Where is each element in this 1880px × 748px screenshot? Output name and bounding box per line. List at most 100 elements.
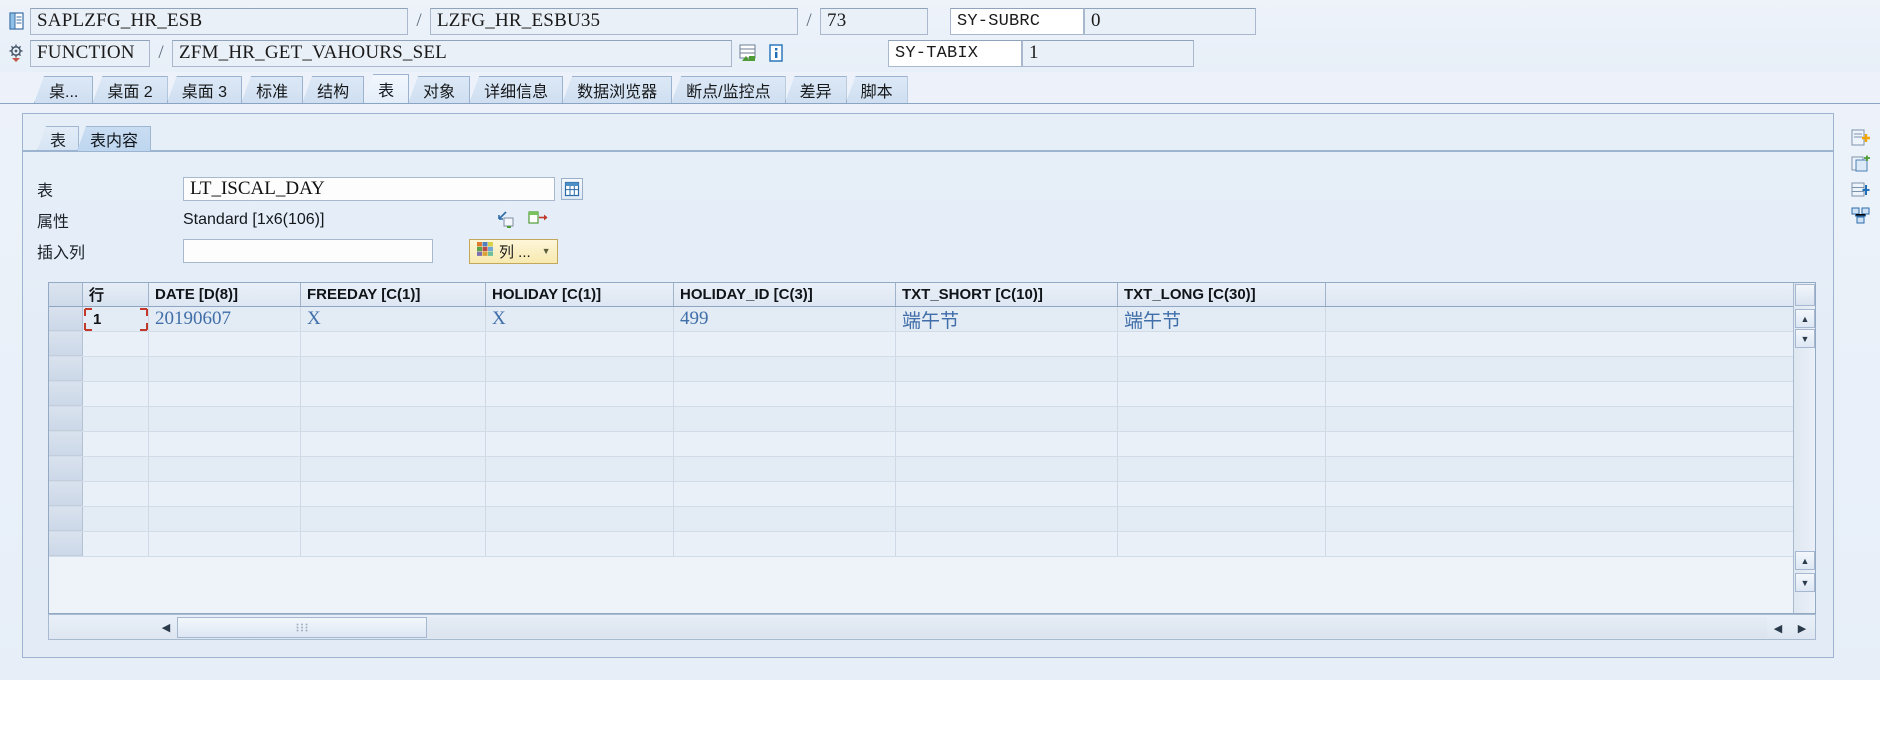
cell-date[interactable] <box>149 357 301 381</box>
cell-freeday[interactable] <box>301 507 486 531</box>
row-number-cell[interactable]: 1 <box>83 307 149 331</box>
structure-icon[interactable] <box>1850 206 1872 226</box>
tab-desktop-1[interactable]: 桌... <box>34 76 94 103</box>
row-number-cell[interactable] <box>83 432 149 456</box>
table-row[interactable] <box>49 457 1815 482</box>
cell-freeday[interactable] <box>301 357 486 381</box>
grid-select-all-cell[interactable] <box>49 283 83 306</box>
cell-txt-long[interactable] <box>1118 407 1326 431</box>
table-name-input[interactable]: LT_ISCAL_DAY <box>183 177 555 201</box>
tab-script[interactable]: 脚本 <box>845 76 908 103</box>
cell-holiday[interactable] <box>486 507 674 531</box>
cell-txt-short[interactable] <box>896 332 1118 356</box>
cell-txt-long[interactable] <box>1118 507 1326 531</box>
call-stack-icon[interactable] <box>736 41 760 65</box>
cell-txt-long[interactable]: 端午节 <box>1118 307 1326 331</box>
cell-txt-short[interactable]: 端午节 <box>896 307 1118 331</box>
cell-holiday-id[interactable] <box>674 507 896 531</box>
cell-txt-long[interactable] <box>1118 532 1326 556</box>
cell-freeday[interactable] <box>301 457 486 481</box>
new-entry-icon[interactable] <box>1850 128 1872 148</box>
cell-holiday-id[interactable] <box>674 357 896 381</box>
row-selector[interactable] <box>49 532 83 556</box>
scroll-far-right-button[interactable]: ▶ <box>1791 617 1813 639</box>
cell-freeday[interactable] <box>301 332 486 356</box>
cell-txt-short[interactable] <box>896 457 1118 481</box>
cell-freeday[interactable] <box>301 532 486 556</box>
table-row[interactable] <box>49 407 1815 432</box>
scroll-far-left-button[interactable]: ◀ <box>1767 617 1789 639</box>
tab-diff[interactable]: 差异 <box>784 76 847 103</box>
subtab-table[interactable]: 表 <box>37 126 80 151</box>
grid-horizontal-scrollbar[interactable]: ◀ ▶ ◀ ▶ <box>48 614 1816 640</box>
cell-date[interactable] <box>149 432 301 456</box>
columns-button[interactable]: 列 ... ▼ <box>469 238 558 264</box>
row-number-cell[interactable] <box>83 482 149 506</box>
scroll-page-up-button[interactable]: ▲ <box>1795 551 1815 570</box>
cell-date[interactable] <box>149 332 301 356</box>
cell-holiday[interactable] <box>486 382 674 406</box>
row-selector[interactable] <box>49 357 83 381</box>
row-number-cell[interactable] <box>83 507 149 531</box>
row-number-cell[interactable] <box>83 457 149 481</box>
grid-header-freeday[interactable]: FREEDAY [C(1)] <box>301 283 486 306</box>
cell-txt-long[interactable] <box>1118 332 1326 356</box>
cell-txt-short[interactable] <box>896 482 1118 506</box>
tab-desktop-2[interactable]: 桌面 2 <box>92 76 168 103</box>
insert-column-input[interactable] <box>183 239 433 263</box>
scrollbar-thumb[interactable] <box>1795 284 1815 306</box>
cell-txt-short[interactable] <box>896 382 1118 406</box>
cell-txt-long[interactable] <box>1118 357 1326 381</box>
grid-header-txt-long[interactable]: TXT_LONG [C(30)] <box>1118 283 1326 306</box>
cell-txt-short[interactable] <box>896 407 1118 431</box>
cell-txt-long[interactable] <box>1118 482 1326 506</box>
cell-holiday[interactable]: X <box>486 307 674 331</box>
event-name-field[interactable]: ZFM_HR_GET_VAHOURS_SEL <box>172 39 732 67</box>
table-picker-icon[interactable] <box>561 178 583 200</box>
tab-object[interactable]: 对象 <box>408 76 471 103</box>
tab-standard[interactable]: 标准 <box>241 76 304 103</box>
cell-holiday[interactable] <box>486 482 674 506</box>
export-icon[interactable] <box>527 207 549 234</box>
tab-structure[interactable]: 结构 <box>302 76 365 103</box>
table-row[interactable]: 1 20190607 X X 499 端午节 端午节 <box>49 307 1815 332</box>
tab-desktop-3[interactable]: 桌面 3 <box>166 76 243 103</box>
row-number-cell[interactable] <box>83 332 149 356</box>
cell-freeday[interactable]: X <box>301 307 486 331</box>
cell-freeday[interactable] <box>301 407 486 431</box>
row-selector[interactable] <box>49 457 83 481</box>
cell-holiday-id[interactable] <box>674 532 896 556</box>
row-number-cell[interactable] <box>83 407 149 431</box>
cell-holiday-id[interactable] <box>674 432 896 456</box>
scrollbar-track[interactable] <box>177 617 1767 638</box>
event-type-field[interactable]: FUNCTION <box>30 39 150 67</box>
table-row[interactable] <box>49 432 1815 457</box>
scroll-down-button[interactable]: ▼ <box>1795 329 1815 348</box>
cell-holiday[interactable] <box>486 532 674 556</box>
row-selector[interactable] <box>49 382 83 406</box>
cell-date[interactable] <box>149 482 301 506</box>
cell-holiday-id[interactable] <box>674 457 896 481</box>
cell-holiday-id[interactable] <box>674 332 896 356</box>
cell-txt-short[interactable] <box>896 532 1118 556</box>
grid-header-date[interactable]: DATE [D(8)] <box>149 283 301 306</box>
cell-date[interactable] <box>149 457 301 481</box>
row-selector[interactable] <box>49 407 83 431</box>
cell-date[interactable] <box>149 382 301 406</box>
cell-txt-short[interactable] <box>896 432 1118 456</box>
subtab-table-content[interactable]: 表内容 <box>77 126 152 151</box>
cell-holiday[interactable] <box>486 407 674 431</box>
row-number-cell[interactable] <box>83 382 149 406</box>
chevron-down-icon[interactable]: ▼ <box>542 246 551 256</box>
table-row[interactable] <box>49 332 1815 357</box>
table-row[interactable] <box>49 382 1815 407</box>
grid-header-holiday-id[interactable]: HOLIDAY_ID [C(3)] <box>674 283 896 306</box>
include-field[interactable]: LZFG_HR_ESBU35 <box>430 7 798 35</box>
scrollbar-thumb[interactable] <box>177 617 427 638</box>
tab-detail-info[interactable]: 详细信息 <box>469 76 564 103</box>
cell-freeday[interactable] <box>301 482 486 506</box>
cell-holiday[interactable] <box>486 457 674 481</box>
cell-txt-long[interactable] <box>1118 457 1326 481</box>
scroll-left-button[interactable]: ◀ <box>155 616 177 638</box>
cell-holiday-id[interactable] <box>674 407 896 431</box>
